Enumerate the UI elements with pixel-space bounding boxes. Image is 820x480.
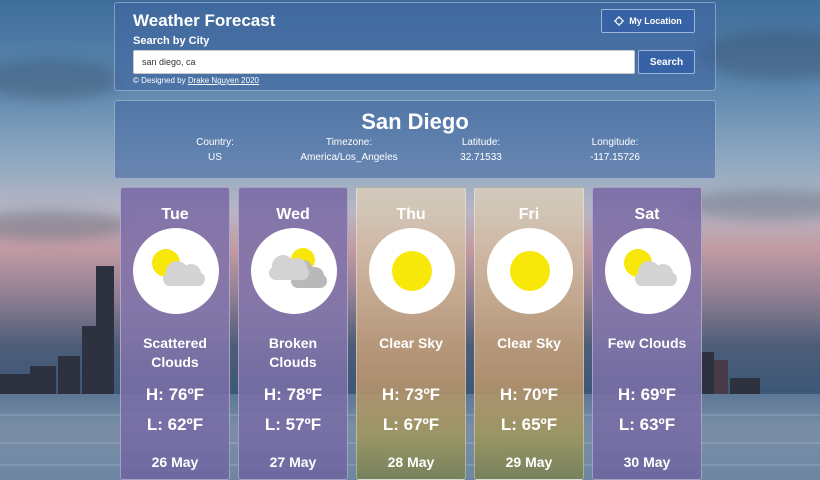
forecast-card-fri: Fri Clear Sky H: 70ºF L: 65ºF 29 May (474, 187, 584, 480)
forecast-date: 27 May (269, 454, 317, 470)
credit-prefix: © Designed by (133, 76, 188, 85)
my-location-label: My Location (629, 16, 682, 26)
high-temp: H: 73ºF (381, 385, 441, 404)
forecast-day: Sat (634, 206, 660, 223)
high-temp: H: 70ºF (499, 385, 559, 404)
forecast-description: Scattered Clouds (125, 334, 225, 372)
forecast-card-sat: Sat Few Clouds H: 69ºF L: 63ºF 30 May (592, 187, 702, 480)
country-value: US (208, 152, 222, 163)
forecast-description: Few Clouds (597, 334, 697, 353)
forecast-card-thu: Thu Clear Sky H: 73ºF L: 67ºF 28 May (356, 187, 466, 480)
high-temp: H: 78ºF (263, 385, 323, 404)
low-temp: L: 57ºF (264, 415, 322, 434)
description-line-1: Clear Sky (497, 335, 561, 351)
forecast-date: 26 May (151, 454, 199, 470)
forecast-card-wed: Wed Broken Clouds H: 78ºF L: 57ºF 27 May (238, 187, 348, 480)
forecast-date: 30 May (623, 454, 671, 470)
forecast-description: Clear Sky (479, 334, 579, 353)
credit-text: © Designed by Drake Nguyen 2020 (133, 76, 259, 85)
longitude-info: Longitude: -117.15726 (555, 135, 675, 165)
high-temp: H: 76ºF (145, 385, 205, 404)
latitude-label: Latitude: (461, 137, 501, 148)
weather-icon-container (369, 228, 455, 314)
description-line-1: Few Clouds (607, 335, 687, 351)
cloud-sun-icon (269, 248, 327, 288)
low-temp: L: 63ºF (618, 415, 676, 434)
forecast-card-tue: Tue Scattered Clouds H: 76ºF L: 62ºF 26 … (120, 187, 230, 480)
country-label: Country: (196, 137, 234, 148)
author-link[interactable]: Drake Nguyen 2020 (188, 76, 259, 85)
description-line-2: Clouds (151, 354, 199, 370)
timezone-value: America/Los_Angeles (300, 152, 398, 163)
low-temp: L: 67ºF (382, 415, 440, 434)
description-line-1: Broken (268, 335, 318, 351)
timezone-label: Timezone: (325, 137, 373, 148)
high-temp: H: 69ºF (617, 385, 677, 404)
city-name: San Diego (361, 109, 469, 134)
my-location-button[interactable]: My Location (601, 9, 695, 33)
sun-icon (392, 251, 432, 291)
sun-cloud-icon (152, 249, 205, 286)
sun-icon (510, 251, 550, 291)
longitude-value: -117.15726 (590, 152, 640, 163)
weather-icon-container (487, 228, 573, 314)
description-line-1: Scattered (143, 335, 207, 351)
weather-icon-container (605, 228, 691, 314)
description-line-2: Clouds (269, 354, 317, 370)
search-panel: Weather Forecast Search by City Search M… (114, 2, 716, 91)
timezone-info: Timezone: America/Los_Angeles (289, 135, 409, 165)
longitude-label: Longitude: (591, 137, 639, 148)
latitude-value: 32.71533 (460, 152, 502, 163)
low-temp: L: 65ºF (500, 415, 558, 434)
forecast-date: 29 May (505, 454, 553, 470)
description-line-1: Clear Sky (379, 335, 443, 351)
low-temp: L: 62ºF (146, 415, 204, 434)
search-label: Search by City (133, 35, 210, 47)
forecast-description: Clear Sky (361, 334, 461, 353)
search-button[interactable]: Search (638, 50, 695, 74)
weather-icon-container (251, 228, 337, 314)
forecast-day: Thu (396, 206, 426, 223)
search-input[interactable] (133, 50, 635, 74)
forecast-description: Broken Clouds (243, 334, 343, 372)
forecast-day: Fri (518, 206, 540, 223)
weather-icon-container (133, 228, 219, 314)
crosshair-icon (614, 16, 625, 26)
forecast-day: Wed (276, 206, 310, 223)
country-info: Country: US (155, 135, 275, 165)
city-info-panel: San Diego Country: US Timezone: America/… (114, 100, 716, 179)
sun-cloud-icon (624, 249, 677, 286)
app-title: Weather Forecast (133, 11, 276, 30)
latitude-info: Latitude: 32.71533 (421, 135, 541, 165)
forecast-date: 28 May (387, 454, 435, 470)
forecast-day: Tue (161, 206, 189, 223)
